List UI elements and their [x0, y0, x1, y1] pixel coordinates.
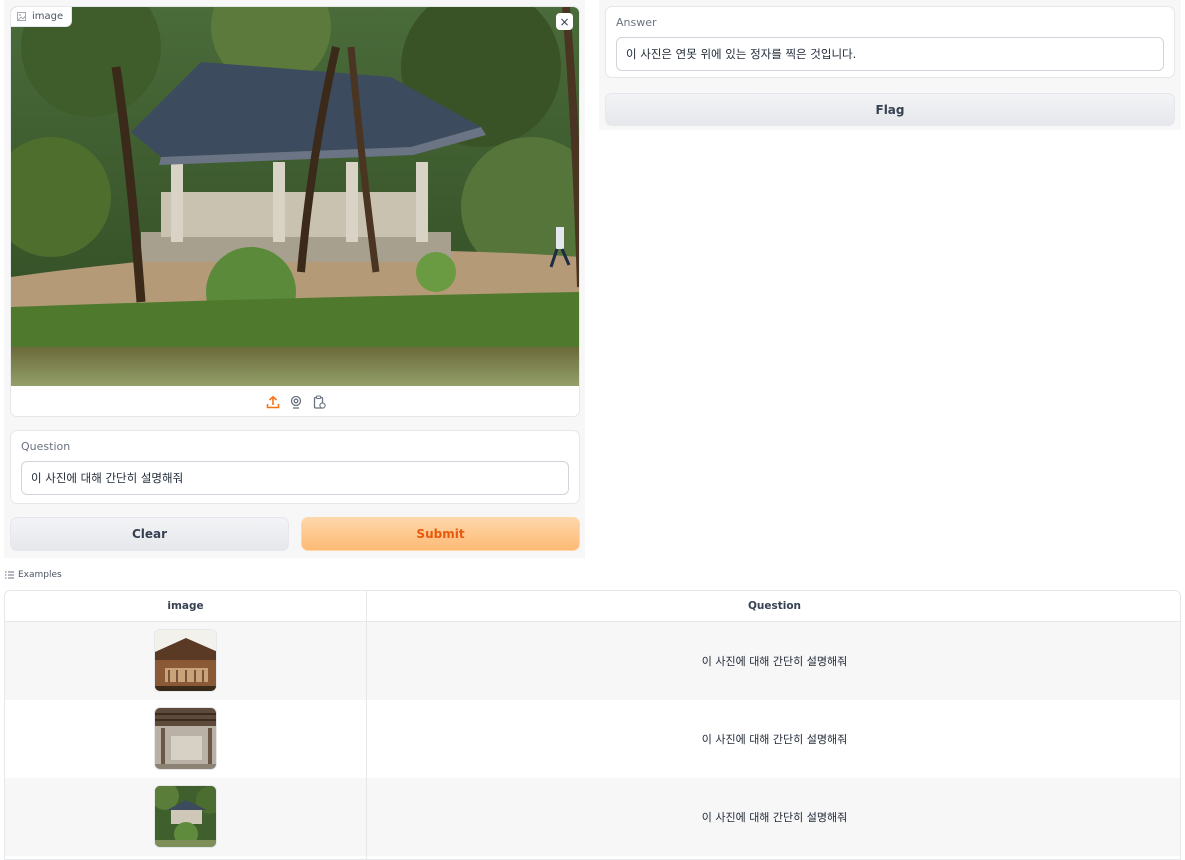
upload-icon[interactable] [266, 395, 281, 410]
examples-label: Examples [5, 570, 62, 580]
example-thumbnail [154, 785, 217, 848]
question-textbox: Question 이 사진에 대해 간단히 설명해줘 [10, 430, 580, 504]
header-question: Question [747, 600, 802, 612]
header-image: image [167, 600, 204, 612]
column-divider [366, 591, 367, 859]
answer-label: Answer [616, 16, 657, 29]
image-icon [17, 12, 26, 21]
example-thumbnail [154, 707, 217, 770]
image-source-toolbar [11, 386, 579, 416]
webcam-icon[interactable] [289, 395, 304, 410]
clipboard-icon[interactable] [312, 395, 327, 410]
input-panel: image × Question 이 사진에 대해 간단히 설명해줘 Clear… [4, 0, 585, 558]
answer-textbox: Answer 이 사진은 연못 위에 있는 정자를 찍은 것입니다. [605, 6, 1175, 78]
clear-image-button[interactable]: × [556, 13, 573, 30]
list-icon [5, 571, 14, 579]
example-row[interactable]: 이 사진에 대해 간단히 설명해줘 [5, 700, 1180, 778]
flag-button[interactable]: Flag [605, 93, 1175, 126]
example-question: 이 사진에 대해 간단히 설명해줘 [701, 655, 848, 668]
uploaded-image [11, 7, 579, 386]
example-row[interactable]: 이 사진에 대해 간단히 설명해줘 [5, 778, 1180, 856]
examples-table: image Question 이 사진에 대해 간단히 설명해줘 이 사진에 대… [4, 590, 1181, 860]
image-input[interactable]: image × [10, 6, 580, 417]
submit-button[interactable]: Submit [301, 517, 580, 551]
example-thumbnail [154, 629, 217, 692]
question-label: Question [21, 440, 71, 453]
output-panel: Answer 이 사진은 연못 위에 있는 정자를 찍은 것입니다. Flag [599, 0, 1181, 130]
examples-header: image Question [5, 591, 1180, 622]
answer-output[interactable]: 이 사진은 연못 위에 있는 정자를 찍은 것입니다. [616, 37, 1164, 71]
example-question: 이 사진에 대해 간단히 설명해줘 [701, 733, 848, 746]
image-label: image [11, 7, 73, 27]
question-input[interactable]: 이 사진에 대해 간단히 설명해줘 [21, 461, 569, 495]
example-question: 이 사진에 대해 간단히 설명해줘 [701, 811, 848, 824]
example-row[interactable]: 이 사진에 대해 간단히 설명해줘 [5, 622, 1180, 700]
clear-button[interactable]: Clear [10, 517, 289, 551]
close-icon: × [559, 14, 570, 29]
